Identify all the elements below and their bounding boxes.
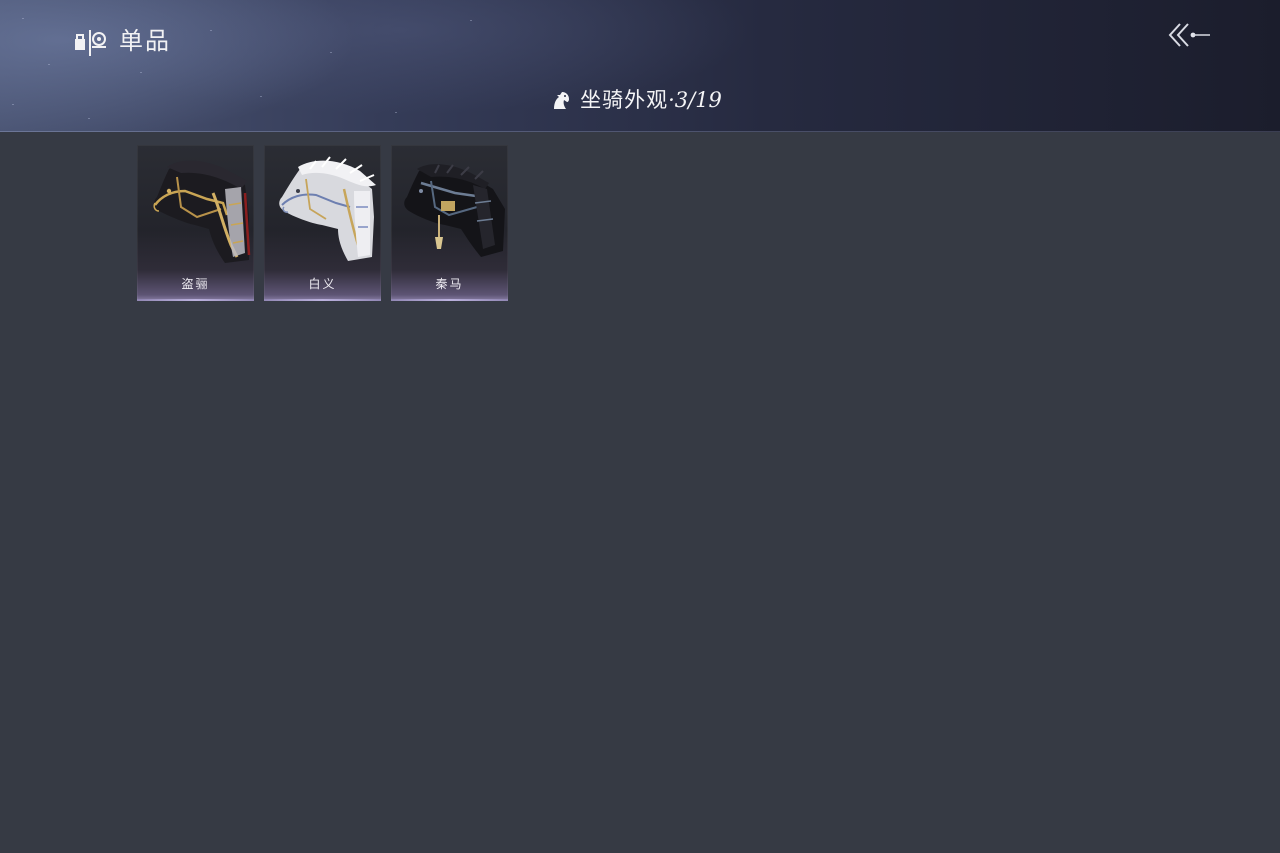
header-bar: 单品 坐骑外观 ·3/19: [0, 0, 1280, 132]
mount-name: 白义: [308, 277, 337, 291]
collection-icon: [75, 30, 106, 56]
back-arrow-icon[interactable]: [1166, 18, 1212, 54]
mount-grid: 盗骊 白义 秦马: [137, 145, 508, 301]
mount-collection-screen: 单品 坐骑外观 ·3/19 盗骊 白义 秦马: [0, 0, 1280, 853]
section-label: 坐骑外观: [580, 88, 669, 112]
mount-name: 盗骊: [181, 277, 210, 291]
section-heading: 坐骑外观 ·3/19: [0, 84, 1280, 116]
mount-card-baiyi[interactable]: 白义: [264, 145, 381, 301]
mount-name: 秦马: [435, 277, 464, 291]
white-silver-horse-image: [279, 156, 376, 261]
mount-card-qinma[interactable]: 秦马: [391, 145, 508, 301]
collected-count: ·3/19: [668, 88, 722, 112]
page-title: 单品: [119, 27, 171, 55]
mount-card-daoli[interactable]: 盗骊: [137, 145, 254, 301]
horse-icon: [554, 92, 570, 109]
black-gold-horse-image: [153, 160, 251, 263]
black-steel-horse-image: [404, 164, 505, 257]
